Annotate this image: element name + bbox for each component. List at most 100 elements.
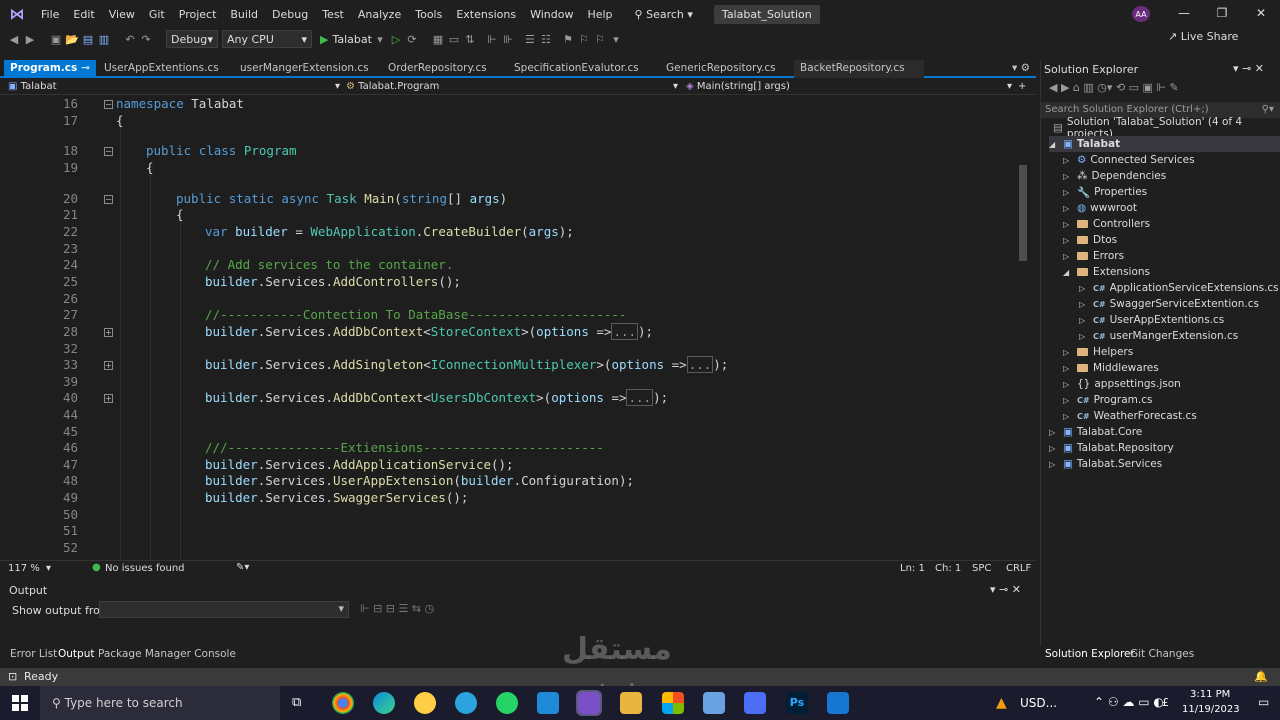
menu-window[interactable]: Window	[523, 8, 580, 21]
align-icon[interactable]: ⊩	[484, 33, 500, 46]
menu-debug[interactable]: Debug	[265, 8, 315, 21]
tree-solution[interactable]: ▤ Solution 'Talabat_Solution' (4 of 4 pro…	[1053, 116, 1280, 140]
undo-icon[interactable]: ↶	[122, 33, 138, 46]
menu-file[interactable]: File	[34, 8, 66, 21]
mail-icon[interactable]	[827, 692, 849, 714]
system-tray-icons[interactable]: ⌃ ⚇ ☁ ▭ ◐	[1094, 695, 1164, 709]
tab-user-manger-extension[interactable]: userMangerExtension.cs	[234, 60, 380, 78]
tab-specification-evalutor[interactable]: SpecificationEvalutor.cs	[508, 60, 658, 78]
split-add-icon[interactable]: +	[1018, 80, 1032, 94]
windows-start-icon[interactable]	[12, 695, 28, 711]
collapsed-icon[interactable]: ▷	[1079, 300, 1089, 309]
collapsed-icon[interactable]: ▷	[1063, 172, 1073, 181]
chevron-down-icon[interactable]: ▾	[372, 33, 388, 46]
panel-options-icon[interactable]: ▾ ⊸ ✕	[1233, 62, 1264, 75]
bookmark-toggle-icon[interactable]: ⚑	[560, 33, 576, 46]
collapse-icon[interactable]: −	[104, 195, 113, 204]
chrome-icon[interactable]	[332, 692, 354, 714]
collapsed-icon[interactable]: ▷	[1063, 412, 1073, 421]
tree-item[interactable]: ▷ C# SwaggerServiceExtention.cs	[1079, 296, 1259, 312]
issues-status[interactable]: No issues found	[105, 563, 185, 574]
clock-date[interactable]: 11/19/2023	[1182, 704, 1240, 715]
collapse-icon[interactable]: −	[104, 100, 113, 109]
menu-build[interactable]: Build	[223, 8, 265, 21]
start-without-debug-icon[interactable]: ▷	[388, 33, 404, 46]
collapsed-icon[interactable]: ▷	[1063, 204, 1073, 213]
config-select[interactable]: Debug ▾	[166, 30, 218, 48]
tab-overflow-icon[interactable]: ▾ ⚙	[1006, 60, 1036, 78]
toolbar-overflow-icon[interactable]: ▾	[608, 33, 624, 46]
tree-item[interactable]: ▷ ⚙ Connected Services	[1063, 152, 1195, 168]
tree-project[interactable]: ▷ ▣ Talabat.Core	[1049, 424, 1142, 440]
collapse-icon[interactable]: −	[104, 147, 113, 156]
layout-icon[interactable]: ▭	[446, 33, 462, 46]
menu-help[interactable]: Help	[580, 8, 619, 21]
tree-item[interactable]: ▷ C# Program.cs	[1063, 392, 1152, 408]
format-icon[interactable]: ⊪	[500, 33, 516, 46]
platform-select[interactable]: Any CPU ▾	[222, 30, 312, 48]
currency-widget[interactable]: USD...	[1020, 696, 1057, 710]
new-project-icon[interactable]: ▣	[48, 33, 64, 46]
tree-project[interactable]: ▷ ▣ Talabat.Services	[1049, 456, 1162, 472]
menu-git[interactable]: Git	[142, 8, 172, 21]
menu-analyze[interactable]: Analyze	[351, 8, 408, 21]
save-all-icon[interactable]: ▥	[96, 33, 112, 46]
tree-project-talabat[interactable]: ◢ ▣ Talabat	[1049, 136, 1280, 152]
redo-icon[interactable]: ↷	[138, 33, 154, 46]
menu-project[interactable]: Project	[172, 8, 224, 21]
expand-icon[interactable]: +	[104, 361, 113, 370]
tree-item[interactable]: ▷ Helpers	[1063, 344, 1133, 360]
taskbar-search-box[interactable]: ⚲ Type here to search	[40, 686, 280, 720]
run-target-label[interactable]: Talabat	[332, 33, 371, 46]
menu-tools[interactable]: Tools	[408, 8, 449, 21]
tree-item[interactable]: ▷ Errors	[1063, 248, 1124, 264]
bookmark-next-icon[interactable]: ⚐	[592, 33, 608, 46]
tab-solution-explorer[interactable]: Solution Explorer	[1045, 648, 1135, 660]
comment-icon[interactable]: ☰	[522, 33, 538, 46]
stocks-icon[interactable]: ▲	[996, 695, 1007, 711]
whatsapp-icon[interactable]	[496, 692, 518, 714]
editor-vertical-scrollbar[interactable]	[1016, 95, 1030, 560]
column-indicator[interactable]: Ch: 1	[935, 563, 961, 574]
vscode-icon[interactable]	[537, 692, 559, 714]
collapsed-icon[interactable]: ▷	[1079, 284, 1089, 293]
type-nav-select[interactable]: ⚙ Talabat.Program ▾	[346, 80, 678, 94]
tab-error-list[interactable]: Error List	[10, 648, 57, 660]
tree-item[interactable]: ▷ C# WeatherForecast.cs	[1063, 408, 1197, 424]
output-toolbar-icons[interactable]: ⊩ ⊟ ⊟ ☰ ⇆ ◷	[360, 602, 434, 615]
save-icon[interactable]: ▤	[80, 33, 96, 46]
uncomment-icon[interactable]: ☷	[538, 33, 554, 46]
project-nav-select[interactable]: ▣ Talabat ▾	[8, 80, 340, 94]
tab-order-repository[interactable]: OrderRepository.cs	[382, 60, 506, 78]
file-explorer-icon[interactable]	[620, 692, 642, 714]
collapsed-icon[interactable]: ▷	[1063, 188, 1073, 197]
chrome-canary-icon[interactable]	[414, 692, 436, 714]
whitespace-indicator[interactable]: SPC	[972, 563, 991, 574]
telegram-icon[interactable]	[455, 692, 477, 714]
tree-item[interactable]: ▷ {} appsettings.json	[1063, 376, 1181, 392]
live-share-button[interactable]: ↗ Live Share	[1168, 30, 1238, 43]
collapsed-icon[interactable]: ▷	[1049, 428, 1059, 437]
collapsed-icon[interactable]: ▷	[1063, 252, 1073, 261]
tree-item[interactable]: ▷ 🔧 Properties	[1063, 184, 1147, 200]
tab-output[interactable]: Output	[58, 648, 94, 660]
tree-item[interactable]: ▷ C# ApplicationServiceExtensions.cs	[1079, 280, 1279, 296]
expand-icon[interactable]: +	[104, 328, 113, 337]
chevron-down-icon[interactable]: ▾	[46, 563, 51, 574]
tab-backet-repository[interactable]: BacketRepository.cs	[794, 60, 924, 78]
box-app-icon[interactable]	[703, 692, 725, 714]
collapsed-icon[interactable]: ▷	[1063, 364, 1073, 373]
edge-icon[interactable]	[373, 692, 395, 714]
tree-item[interactable]: ▷ ◍ wwwroot	[1063, 200, 1137, 216]
collapsed-icon[interactable]: ▷	[1063, 236, 1073, 245]
minimize-icon[interactable]: —	[1177, 6, 1191, 20]
tab-user-app-extentions[interactable]: UserAppExtentions.cs	[98, 60, 232, 78]
member-nav-select[interactable]: ◈ Main(string[] args) ▾	[686, 80, 1012, 94]
tree-item[interactable]: ▷ Middlewares	[1063, 360, 1159, 376]
tab-git-changes[interactable]: Git Changes	[1130, 648, 1194, 660]
search-menu[interactable]: ⚲ Search ▾	[628, 8, 700, 21]
tree-item[interactable]: ▷ C# UserAppExtentions.cs	[1079, 312, 1224, 328]
back-icon[interactable]: ◀	[6, 33, 22, 46]
ms-store-apps-icon[interactable]	[662, 692, 684, 714]
line-indicator[interactable]: Ln: 1	[900, 563, 925, 574]
